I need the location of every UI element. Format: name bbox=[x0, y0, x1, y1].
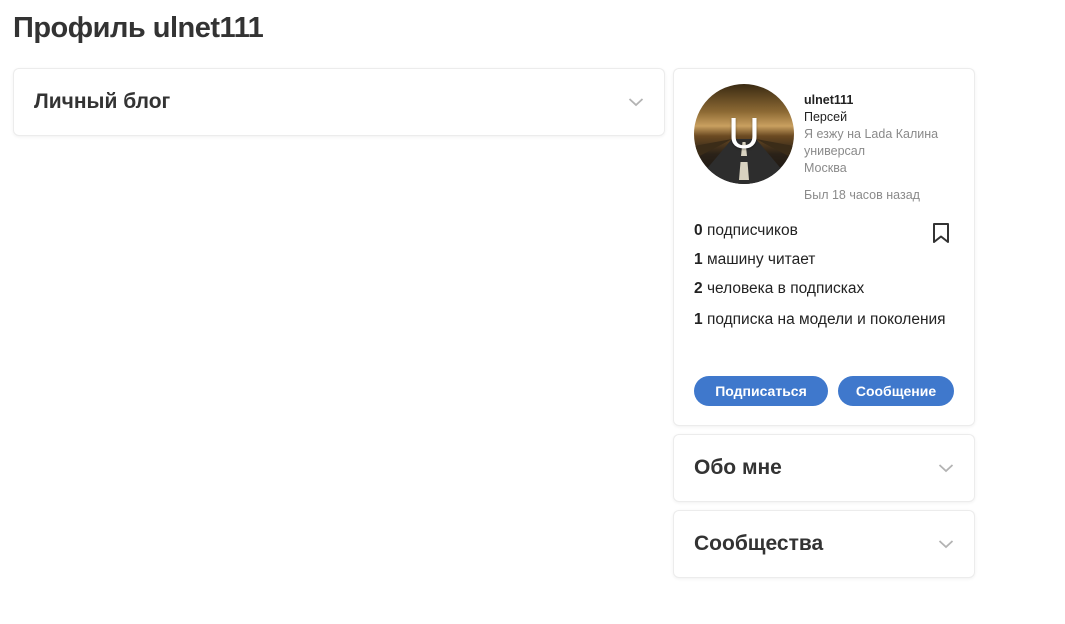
personal-blog-section[interactable]: Личный блог bbox=[13, 68, 665, 136]
stat-label: машину читает bbox=[706, 251, 816, 268]
avatar-letter: U bbox=[728, 109, 760, 158]
communities-section[interactable]: Сообщества bbox=[673, 510, 975, 578]
stat-subscribers[interactable]: 0 подписчиков bbox=[694, 220, 954, 249]
message-button[interactable]: Сообщение bbox=[838, 376, 954, 406]
city: Москва bbox=[804, 161, 847, 175]
stat-count: 1 bbox=[694, 311, 703, 328]
stat-count: 2 bbox=[694, 280, 703, 297]
stat-label: человека в подписках bbox=[706, 280, 865, 297]
about-me-section[interactable]: Обо мне bbox=[673, 434, 975, 502]
subscribe-button[interactable]: Подписаться bbox=[694, 376, 828, 406]
stat-label: подписка на модели и поколения bbox=[706, 311, 946, 328]
stat-count: 1 bbox=[694, 251, 703, 268]
communities-title: Сообщества bbox=[694, 532, 824, 555]
profile-stats: 0 подписчиков 1 машину читает 2 человека… bbox=[694, 220, 954, 333]
personal-blog-title: Личный блог bbox=[34, 90, 171, 113]
about-me-title: Обо мне bbox=[694, 456, 782, 479]
chevron-down-icon[interactable] bbox=[938, 539, 954, 549]
stat-people-following[interactable]: 2 человека в подписках bbox=[694, 278, 954, 307]
profile-card: U ulnet111 Персей Я езжу на Lada Калина … bbox=[673, 68, 975, 426]
car-name[interactable]: Персей bbox=[804, 109, 964, 126]
stat-cars-following[interactable]: 1 машину читает bbox=[694, 249, 954, 278]
car-description: Я езжу на Lada Калина универсал bbox=[804, 127, 939, 158]
avatar[interactable]: U bbox=[694, 84, 794, 184]
stat-model-subscriptions[interactable]: 1 подписка на модели и поколения bbox=[694, 307, 954, 333]
last-seen: Был 18 часов назад bbox=[804, 188, 920, 202]
chevron-down-icon[interactable] bbox=[938, 463, 954, 473]
stat-label: подписчиков bbox=[706, 222, 798, 239]
stat-count: 0 bbox=[694, 222, 703, 239]
username[interactable]: ulnet111 bbox=[804, 92, 964, 109]
chevron-down-icon[interactable] bbox=[628, 97, 644, 107]
profile-info: ulnet111 Персей Я езжу на Lada Калина ун… bbox=[804, 92, 964, 204]
page-title: Профиль ulnet111 bbox=[13, 12, 264, 44]
